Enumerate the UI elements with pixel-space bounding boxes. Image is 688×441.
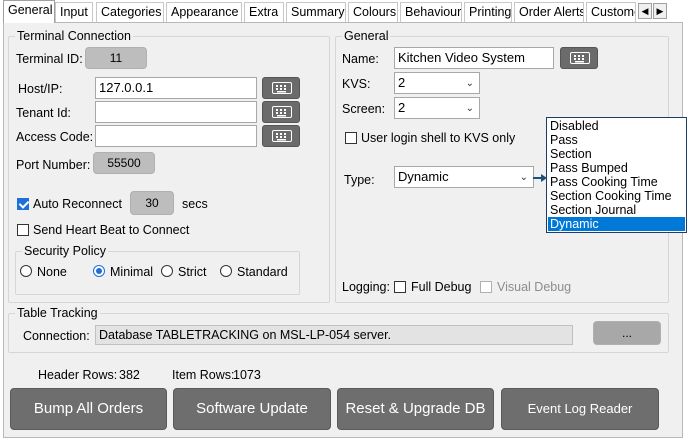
item-rows-label: Item Rows: — [172, 368, 235, 382]
tab-scroll-right-button[interactable]: ▶ — [653, 3, 667, 19]
terminal-id-label: Terminal ID: — [16, 52, 83, 66]
logging-label: Logging: — [342, 280, 390, 294]
tab-scroll-left-button[interactable]: ◀ — [638, 3, 652, 19]
type-option-pass[interactable]: Pass — [548, 133, 685, 147]
type-option-section-cooking-time[interactable]: Section Cooking Time — [548, 189, 685, 203]
type-select-value: Dynamic — [398, 169, 449, 184]
keyboard-icon — [570, 52, 590, 64]
type-option-disabled[interactable]: Disabled — [548, 119, 685, 133]
keyboard-icon — [272, 106, 292, 118]
full-debug-checkbox[interactable] — [394, 281, 406, 293]
terminal-connection-legend: Terminal Connection — [15, 29, 133, 43]
auto-reconnect-unit: secs — [182, 197, 208, 211]
tab-categories[interactable]: Categories — [96, 2, 164, 22]
header-rows-label: Header Rows: — [38, 368, 118, 382]
tenant-input[interactable] — [95, 101, 257, 123]
chevron-down-icon: ⌄ — [519, 172, 528, 183]
host-label: Host/IP: — [18, 82, 63, 96]
name-label: Name: — [342, 52, 379, 66]
screen-label: Screen: — [342, 102, 386, 116]
security-strict-radio[interactable] — [161, 265, 173, 277]
type-dropdown-list: Disabled Pass Section Pass Bumped Pass C… — [546, 117, 687, 233]
type-option-dynamic[interactable]: Dynamic — [548, 217, 685, 231]
tab-customer[interactable]: Custome — [586, 2, 636, 22]
terminal-connection-group: Terminal Connection Terminal ID: 11 Host… — [8, 29, 330, 303]
heartbeat-label: Send Heart Beat to Connect — [33, 223, 190, 237]
type-select[interactable]: Dynamic ⌄ — [394, 166, 534, 188]
auto-reconnect-label: Auto Reconnect — [33, 197, 122, 211]
tab-input[interactable]: Input — [55, 2, 93, 22]
type-option-pass-bumped[interactable]: Pass Bumped — [548, 161, 685, 175]
keyboard-icon — [272, 82, 292, 94]
chevron-down-icon: ⌄ — [465, 103, 474, 114]
security-standard-radio[interactable] — [220, 265, 232, 277]
access-code-keyboard-button[interactable] — [262, 125, 300, 147]
name-input[interactable]: Kitchen Video System — [394, 47, 554, 69]
tab-colours[interactable]: Colours — [348, 2, 398, 22]
bump-all-orders-button[interactable]: Bump All Orders — [10, 388, 167, 430]
connection-field: Database TABLETRACKING on MSL-LP-054 ser… — [95, 325, 573, 345]
heartbeat-checkbox[interactable] — [17, 224, 29, 236]
general-legend: General — [342, 29, 391, 43]
screen-select-value: 2 — [398, 100, 406, 115]
security-none-radio[interactable] — [20, 265, 32, 277]
port-number-field: 55500 — [93, 152, 155, 174]
reset-upgrade-db-button[interactable]: Reset & Upgrade DB — [337, 388, 494, 430]
connection-label: Connection: — [23, 329, 90, 343]
full-debug-label: Full Debug — [411, 280, 472, 294]
access-code-input[interactable] — [95, 125, 257, 147]
security-minimal-radio[interactable] — [93, 265, 105, 277]
tab-extra[interactable]: Extra — [244, 2, 284, 22]
item-rows-value: 1073 — [233, 368, 261, 382]
screen-select[interactable]: 2 ⌄ — [394, 97, 480, 119]
auto-reconnect-seconds-field[interactable]: 30 — [130, 191, 174, 215]
kvs-label: KVS: — [342, 77, 371, 91]
security-none-label: None — [37, 265, 67, 279]
tab-printing[interactable]: Printing — [464, 2, 512, 22]
security-policy-legend: Security Policy — [22, 244, 108, 258]
table-tracking-group: Table Tracking Connection: Database TABL… — [8, 306, 669, 353]
security-policy-group: Security Policy None Minimal Strict Stan… — [15, 244, 300, 295]
terminal-id-field: 11 — [85, 47, 147, 69]
type-option-pass-cooking-time[interactable]: Pass Cooking Time — [548, 175, 685, 189]
tab-general[interactable]: General — [3, 0, 55, 23]
host-input[interactable]: 127.0.0.1 — [95, 77, 257, 99]
connection-browse-button[interactable]: ... — [593, 321, 661, 345]
tenant-keyboard-button[interactable] — [262, 101, 300, 123]
security-minimal-label: Minimal — [110, 265, 154, 279]
access-code-label: Access Code: — [16, 130, 94, 144]
type-option-section-journal[interactable]: Section Journal — [548, 203, 685, 217]
login-shell-label: User login shell to KVS only — [361, 131, 516, 145]
kvs-select[interactable]: 2 ⌄ — [394, 72, 480, 94]
port-number-label: Port Number: — [16, 158, 91, 172]
kvs-select-value: 2 — [398, 75, 406, 90]
tenant-label: Tenant Id: — [16, 106, 71, 120]
host-keyboard-button[interactable] — [262, 77, 300, 99]
tab-order-alerts[interactable]: Order Alerts — [514, 2, 584, 22]
visual-debug-checkbox — [480, 281, 492, 293]
security-strict-label: Strict — [178, 265, 207, 279]
chevron-down-icon: ⌄ — [465, 78, 474, 89]
tab-appearance[interactable]: Appearance — [166, 2, 242, 22]
software-update-button[interactable]: Software Update — [173, 388, 331, 430]
table-tracking-legend: Table Tracking — [15, 306, 100, 320]
name-keyboard-button[interactable] — [560, 47, 598, 69]
visual-debug-label: Visual Debug — [497, 280, 572, 294]
header-rows-value: 382 — [119, 368, 140, 382]
login-shell-checkbox[interactable] — [345, 132, 357, 144]
tab-strip: General Input Categories Appearance Extr… — [0, 0, 688, 23]
type-option-section[interactable]: Section — [548, 147, 685, 161]
keyboard-icon — [272, 130, 292, 142]
event-log-reader-button[interactable]: Event Log Reader — [501, 388, 659, 430]
type-label: Type: — [344, 173, 375, 187]
tab-behaviour[interactable]: Behaviour — [400, 2, 462, 22]
security-standard-label: Standard — [237, 265, 288, 279]
tab-summary[interactable]: Summary — [286, 2, 346, 22]
auto-reconnect-checkbox[interactable] — [17, 198, 29, 210]
